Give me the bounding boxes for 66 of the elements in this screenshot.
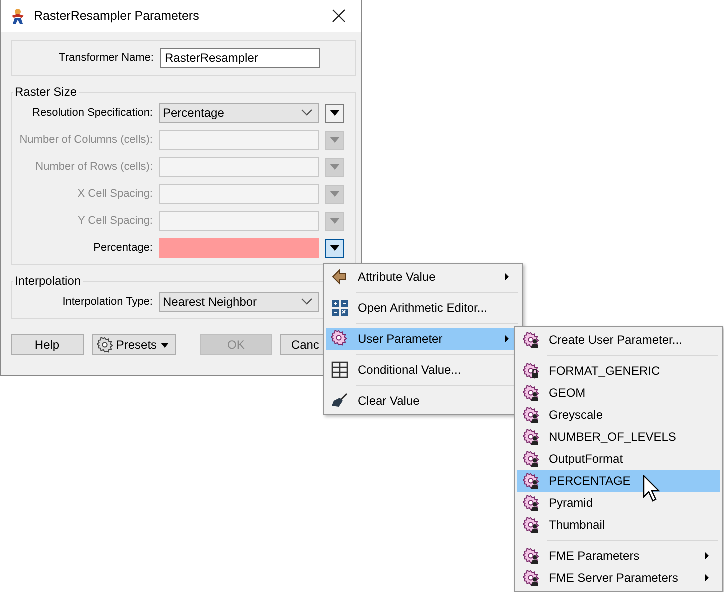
arrow-icon	[331, 268, 349, 286]
field-label: X Cell Spacing:	[76, 188, 153, 200]
menu-item[interactable]: Conditional Value...	[326, 359, 520, 381]
caret-icon	[330, 245, 340, 251]
field-label: Resolution Specification:	[32, 107, 153, 119]
cursor-icon	[643, 475, 663, 503]
gear-person-icon	[523, 429, 539, 445]
menu-item[interactable]: FORMAT_GENERIC	[517, 360, 720, 382]
field-label: Transformer Name:	[58, 52, 154, 64]
field-label: Interpolation Type:	[62, 296, 153, 308]
field-label: Number of Columns (cells):	[18, 134, 153, 146]
input-field[interactable]	[159, 238, 319, 258]
submenu-arrow-icon	[504, 334, 510, 344]
menu-item[interactable]: NUMBER_OF_LEVELS	[517, 426, 720, 448]
grid-icon	[331, 361, 349, 379]
menu-item[interactable]: Open Arithmetic Editor...	[326, 297, 520, 319]
gear-person-icon	[523, 407, 539, 423]
caret-icon	[330, 137, 340, 143]
input-field[interactable]: RasterResampler	[160, 48, 320, 68]
gear-person-icon	[523, 473, 539, 489]
submenu-arrow-icon	[704, 573, 710, 583]
broom-icon	[331, 392, 349, 410]
menu-item[interactable]: PERCENTAGE	[517, 470, 720, 492]
gear-lock-icon	[523, 363, 539, 379]
menu-item[interactable]: Create User Parameter...	[517, 329, 720, 351]
close-icon	[332, 9, 346, 23]
dropdown-arrow-button[interactable]	[325, 104, 344, 122]
gear-person-icon	[523, 451, 539, 467]
field-label: Y Cell Spacing:	[76, 215, 153, 227]
menu-item[interactable]: Clear Value	[326, 390, 520, 412]
dropdown-arrow-button[interactable]	[325, 238, 344, 258]
submenu-arrow-icon	[504, 272, 510, 282]
field-label: Percentage:	[92, 242, 153, 254]
gear-icon	[331, 330, 349, 348]
caret-icon	[160, 340, 170, 348]
group-title: Interpolation	[14, 274, 82, 288]
menu-item[interactable]: Greyscale	[517, 404, 720, 426]
menu-item[interactable]: Pyramid	[517, 492, 720, 514]
presets-button[interactable]: Presets	[92, 334, 176, 355]
field-label: Number of Rows (cells):	[34, 161, 153, 173]
gear-person-icon	[523, 385, 539, 401]
gear-icon	[97, 336, 114, 352]
caret-icon	[330, 191, 340, 197]
button[interactable]: Help	[11, 334, 84, 355]
menu-item[interactable]: FME Server Parameters	[517, 567, 720, 589]
dropdown[interactable]: Nearest Neighbor	[159, 292, 319, 312]
group-title: Raster Size	[14, 85, 78, 99]
gear-person-icon	[523, 332, 539, 348]
caret-icon	[330, 164, 340, 170]
menu-item[interactable]: OutputFormat	[517, 448, 720, 470]
gear-person-icon	[523, 548, 539, 564]
gear-person-icon	[523, 495, 539, 511]
menu-item[interactable]: Thumbnail	[517, 514, 720, 536]
calculator-icon	[331, 299, 349, 317]
chevron-icon	[301, 109, 313, 117]
submenu-arrow-icon	[704, 551, 710, 561]
window-title: RasterResampler Parameters	[34, 9, 200, 23]
caret-icon	[330, 218, 340, 224]
menu-item[interactable]: FME Parameters	[517, 545, 720, 567]
dropdown[interactable]: Percentage	[159, 103, 319, 123]
gear-person-icon	[523, 570, 539, 586]
menu-item[interactable]: GEOM	[517, 382, 720, 404]
caret-icon	[330, 110, 340, 116]
gear-person-icon	[523, 517, 539, 533]
menu-item[interactable]: Attribute Value	[326, 266, 520, 288]
chevron-icon	[301, 298, 313, 306]
